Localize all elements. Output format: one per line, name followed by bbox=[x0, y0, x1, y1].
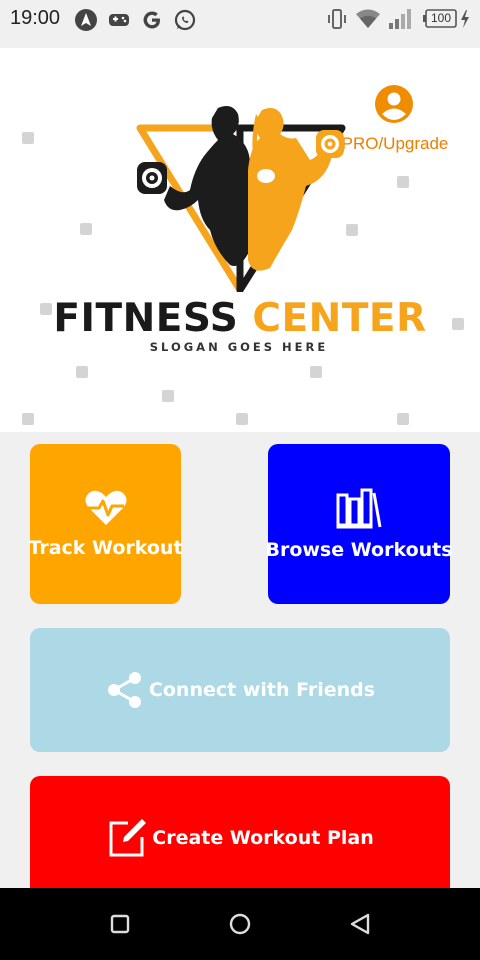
battery-icon: 100 bbox=[422, 8, 458, 30]
track-workout-label: Track Workout bbox=[28, 537, 183, 559]
brand-title: FITNESS CENTER bbox=[0, 296, 480, 341]
wifi-icon bbox=[355, 8, 381, 35]
watermark-mark bbox=[22, 413, 34, 425]
hero-banner: PRO/Upgrade FITNESS CENTER SLOGAN GOES H… bbox=[0, 48, 480, 432]
status-bar: 19:00 100 bbox=[0, 0, 480, 48]
watermark-mark bbox=[236, 413, 248, 425]
status-time: 19:00 bbox=[10, 7, 61, 29]
charging-icon bbox=[460, 10, 470, 33]
share-icon bbox=[107, 672, 141, 708]
signal-icon bbox=[388, 8, 414, 35]
whatsapp-icon bbox=[173, 8, 197, 31]
track-workout-button[interactable]: Track Workout bbox=[28, 444, 183, 604]
connect-friends-label: Connect with Friends bbox=[148, 679, 376, 701]
recents-button[interactable] bbox=[106, 910, 134, 938]
vibrate-icon bbox=[326, 8, 348, 35]
watermark-mark bbox=[310, 366, 322, 378]
watermark-mark bbox=[76, 366, 88, 378]
watermark-mark bbox=[397, 413, 409, 425]
edit-note-icon bbox=[109, 819, 147, 857]
watermark-mark bbox=[80, 223, 92, 235]
gamepad-icon bbox=[107, 8, 131, 30]
fitness-logo-icon bbox=[136, 106, 346, 292]
account-circle-icon[interactable] bbox=[374, 84, 414, 124]
watermark-mark bbox=[22, 132, 34, 144]
brand-title-part2: CENTER bbox=[252, 296, 427, 341]
watermark-mark bbox=[162, 390, 174, 402]
create-workout-plan-label: Create Workout Plan bbox=[152, 827, 374, 849]
google-icon bbox=[140, 8, 164, 30]
brand-title-part1: FITNESS bbox=[53, 296, 239, 341]
brand-slogan: SLOGAN GOES HERE bbox=[149, 340, 329, 354]
watermark-mark bbox=[397, 176, 409, 188]
browse-workouts-label: Browse Workouts bbox=[265, 539, 453, 561]
library-books-icon bbox=[336, 488, 382, 529]
create-workout-plan-button[interactable]: Create Workout Plan bbox=[30, 776, 450, 900]
battery-level: 100 bbox=[430, 11, 452, 25]
home-button[interactable] bbox=[226, 910, 254, 938]
heart-pulse-icon bbox=[85, 490, 126, 525]
browse-workouts-button[interactable]: Browse Workouts bbox=[265, 444, 453, 604]
back-button[interactable] bbox=[346, 910, 374, 938]
system-nav-bar bbox=[0, 888, 480, 960]
navigation-app-icon bbox=[74, 8, 98, 31]
connect-friends-button[interactable]: Connect with Friends bbox=[30, 628, 450, 752]
